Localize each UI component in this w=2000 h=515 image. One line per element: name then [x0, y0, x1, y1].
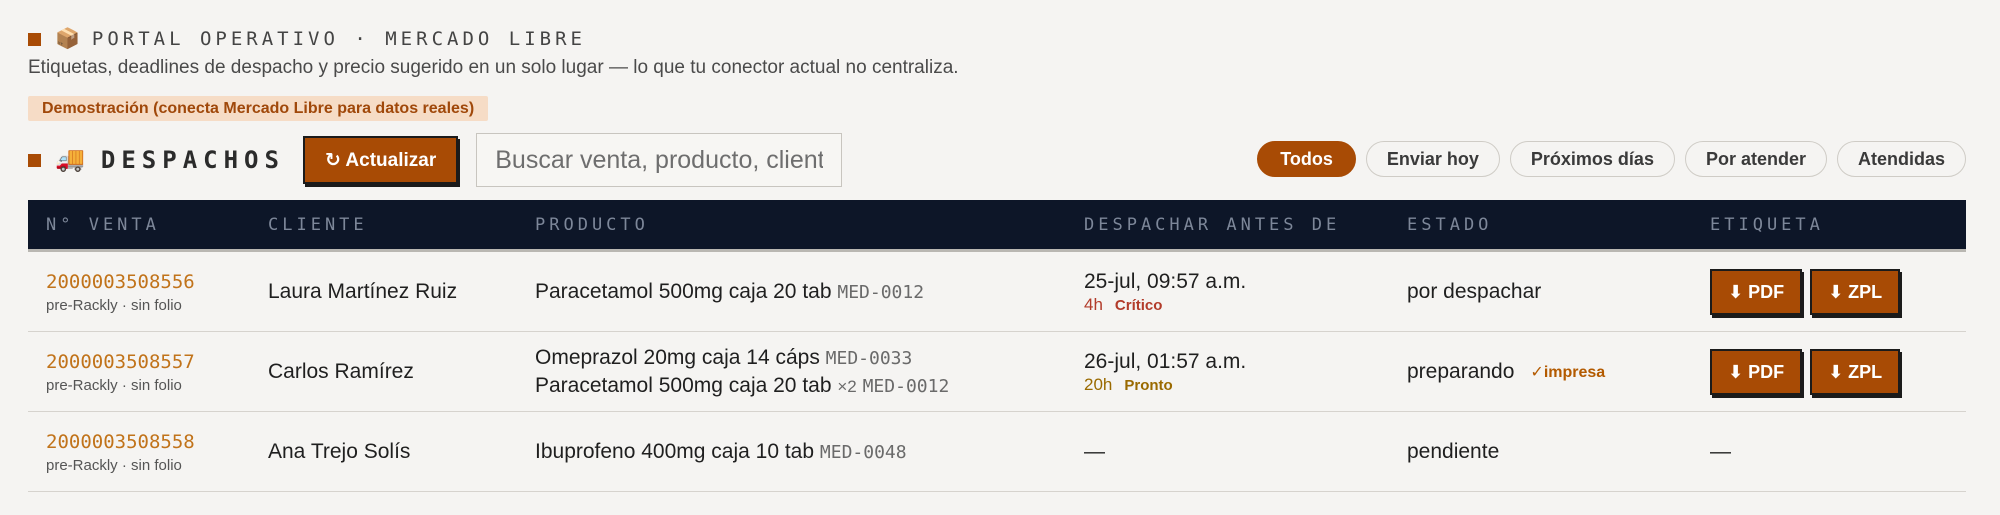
product-line: Paracetamol 500mg caja 20 tab ×2 MED-001… — [535, 372, 949, 400]
table-row: 2000003508557 pre-Rackly · sin folio Car… — [28, 332, 1966, 412]
filter-chips: Todos Enviar hoy Próximos días Por atender A… — [1257, 141, 1966, 177]
printed-badge: ✓impresa — [1530, 364, 1606, 381]
product-line: Omeprazol 20mg caja 14 cáps MED-0033 — [535, 344, 949, 372]
table-header: N° VENTA CLIENTE PRODUCTO DESPACHAR ANTE… — [28, 200, 1966, 252]
client-name: Carlos Ramírez — [268, 360, 414, 383]
filter-chip-por-atender[interactable]: Por atender — [1684, 141, 1827, 177]
table-row: 2000003508556 pre-Rackly · sin folio Lau… — [28, 252, 1966, 332]
product-name: Paracetamol 500mg caja 20 tab — [535, 280, 832, 303]
deadline-date: 26-jul, 01:57 a.m. — [1084, 350, 1247, 373]
refresh-button[interactable]: ↻ Actualizar — [302, 136, 459, 184]
search-input[interactable] — [476, 133, 843, 187]
column-header-etiqueta: ETIQUETA — [1710, 214, 1824, 235]
square-marker-icon — [28, 153, 41, 167]
download-pdf-button[interactable]: ⬇ PDF — [1710, 269, 1803, 315]
urgency-tag: Pronto — [1124, 377, 1173, 394]
column-header-producto: PRODUCTO — [535, 214, 649, 235]
product-line: Ibuprofeno 400mg caja 10 tab MED-0048 — [535, 438, 907, 466]
portal-title: PORTAL OPERATIVO · MERCADO LIBRE — [91, 28, 586, 50]
filter-chip-enviar-hoy[interactable]: Enviar hoy — [1365, 141, 1500, 177]
product-sku: MED-0033 — [825, 348, 913, 369]
product-sku: MED-0048 — [819, 442, 907, 463]
status-text: por despachar — [1407, 280, 1542, 303]
filter-chip-atendidas[interactable]: Atendidas — [1836, 141, 1966, 177]
hours-remaining: 20h — [1084, 375, 1113, 394]
product-name: Omeprazol 20mg caja 14 cáps — [535, 346, 820, 369]
order-subtitle: pre-Rackly · sin folio — [46, 297, 182, 314]
square-marker-icon — [28, 32, 41, 46]
product-name: Ibuprofeno 400mg caja 10 tab — [535, 440, 815, 463]
product-quantity: ×2 — [837, 377, 857, 396]
status-text: pendiente — [1407, 440, 1500, 463]
order-subtitle: pre-Rackly · sin folio — [46, 377, 182, 394]
order-id-link[interactable]: 2000003508558 — [46, 430, 195, 454]
portal-header: 📦 PORTAL OPERATIVO · MERCADO LIBRE — [28, 27, 586, 51]
filter-chip-todos[interactable]: Todos — [1257, 141, 1356, 177]
column-header-despachar: DESPACHAR ANTES DE — [1084, 214, 1341, 235]
product-name: Paracetamol 500mg caja 20 tab — [535, 374, 832, 397]
download-zpl-button[interactable]: ⬇ ZPL — [1810, 269, 1901, 315]
order-id-link[interactable]: 2000003508556 — [46, 270, 195, 294]
despachos-toolbar: 🚚 DESPACHOS ↻ Actualizar TodosEnviar hoy… — [28, 133, 1966, 187]
truck-icon: 🚚 — [55, 146, 85, 173]
download-pdf-button[interactable]: ⬇ PDF — [1710, 349, 1803, 395]
client-name: Ana Trejo Solís — [268, 440, 411, 463]
demo-badge: Demostración (conecta Mercado Libre para… — [28, 96, 489, 121]
download-zpl-button[interactable]: ⬇ ZPL — [1810, 349, 1901, 395]
portal-subtitle: Etiquetas, deadlines de despacho y preci… — [28, 57, 959, 78]
product-line: Paracetamol 500mg caja 20 tab MED-0012 — [535, 278, 924, 306]
order-id-link[interactable]: 2000003508557 — [46, 350, 195, 374]
column-header-cliente: CLIENTE — [268, 214, 368, 235]
filter-chip-próximos-días[interactable]: Próximos días — [1509, 141, 1675, 177]
package-icon: 📦 — [55, 28, 80, 50]
client-name: Laura Martínez Ruiz — [268, 280, 458, 303]
label-empty: — — [1710, 440, 1731, 463]
order-subtitle: pre-Rackly · sin folio — [46, 457, 182, 474]
column-header-venta: N° VENTA — [46, 214, 160, 235]
table-row: 2000003508558 pre-Rackly · sin folio Ana… — [28, 412, 1966, 492]
orders-table: N° VENTA CLIENTE PRODUCTO DESPACHAR ANTE… — [28, 200, 1966, 492]
urgency-tag: Crítico — [1114, 297, 1163, 314]
deadline-empty: — — [1084, 440, 1105, 463]
product-sku: MED-0012 — [837, 282, 925, 303]
section-title: DESPACHOS — [100, 146, 285, 174]
hours-remaining: 4h — [1084, 295, 1103, 314]
column-header-estado: ESTADO — [1407, 214, 1493, 235]
deadline-date: 25-jul, 09:57 a.m. — [1084, 270, 1247, 293]
product-sku: MED-0012 — [862, 376, 950, 397]
status-text: preparando — [1407, 360, 1515, 383]
